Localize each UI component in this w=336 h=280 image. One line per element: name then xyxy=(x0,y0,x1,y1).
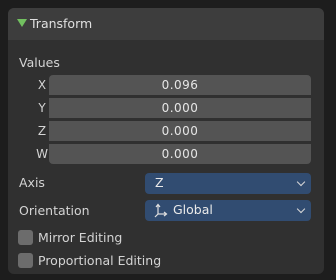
y-value-field[interactable]: 0.000 xyxy=(49,98,311,118)
transform-panel: Transform Values X 0.096 Y 0.000 Z 0.000… xyxy=(8,8,324,274)
values-label: Values xyxy=(19,55,60,70)
mirror-editing-label: Mirror Editing xyxy=(38,230,123,245)
axis-selected-value: Z xyxy=(155,175,164,190)
chevron-down-icon xyxy=(296,177,306,187)
panel-title: Transform xyxy=(30,16,93,31)
w-value-field[interactable]: 0.000 xyxy=(49,144,311,164)
proportional-editing-checkbox[interactable] xyxy=(18,253,33,268)
axis-label: Axis xyxy=(19,175,45,190)
chevron-down-icon xyxy=(296,204,306,214)
orientation-dropdown[interactable]: Global xyxy=(145,200,311,221)
panel-header[interactable]: Transform xyxy=(8,8,324,40)
axis-dropdown[interactable]: Z xyxy=(145,173,311,194)
mirror-editing-checkbox[interactable] xyxy=(18,230,33,245)
orientation-global-icon xyxy=(154,203,168,218)
collapse-arrow-icon[interactable] xyxy=(17,19,27,27)
proportional-editing-label: Proportional Editing xyxy=(38,253,162,268)
z-value-field[interactable]: 0.000 xyxy=(49,121,311,141)
orientation-selected-value: Global xyxy=(173,202,213,217)
orientation-label: Orientation xyxy=(19,203,90,218)
x-value-field[interactable]: 0.096 xyxy=(49,75,311,95)
